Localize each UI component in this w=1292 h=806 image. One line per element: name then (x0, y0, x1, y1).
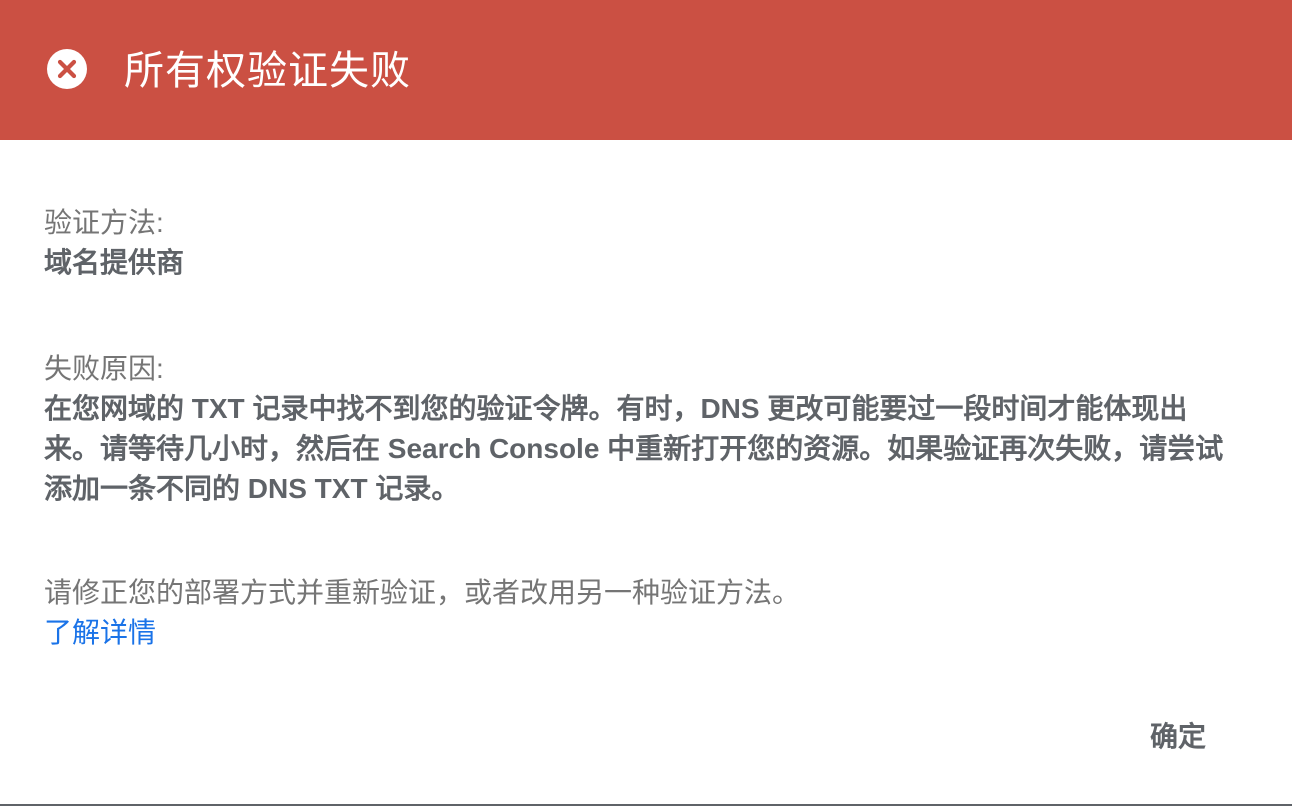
fix-instructions-section: 请修正您的部署方式并重新验证，或者改用另一种验证方法。 了解详情 (44, 573, 800, 653)
verification-method-value: 域名提供商 (44, 247, 185, 278)
failure-reason-text: 在您网域的 TXT 记录中找不到您的验证令牌。有时，DNS 更改可能要过一段时间… (44, 393, 1224, 504)
failure-reason-section: 失败原因: 在您网域的 TXT 记录中找不到您的验证令牌。有时，DNS 更改可能… (44, 349, 1244, 509)
learn-more-link[interactable]: 了解详情 (44, 613, 156, 653)
fix-instructions-text: 请修正您的部署方式并重新验证，或者改用另一种验证方法。 (44, 577, 801, 608)
verification-failed-dialog: 所有权验证失败 验证方法: 域名提供商 失败原因: 在您网域的 TXT 记录中找… (0, 0, 1292, 806)
dialog-title: 所有权验证失败 (124, 49, 411, 93)
failure-reason-label: 失败原因: (44, 353, 164, 384)
error-circle-x-icon (46, 48, 88, 90)
verification-method-label: 验证方法: (44, 207, 164, 238)
dialog-header: 所有权验证失败 (0, 0, 1292, 140)
ok-button[interactable]: 确定 (1136, 710, 1220, 764)
verification-method-section: 验证方法: 域名提供商 (44, 203, 184, 283)
